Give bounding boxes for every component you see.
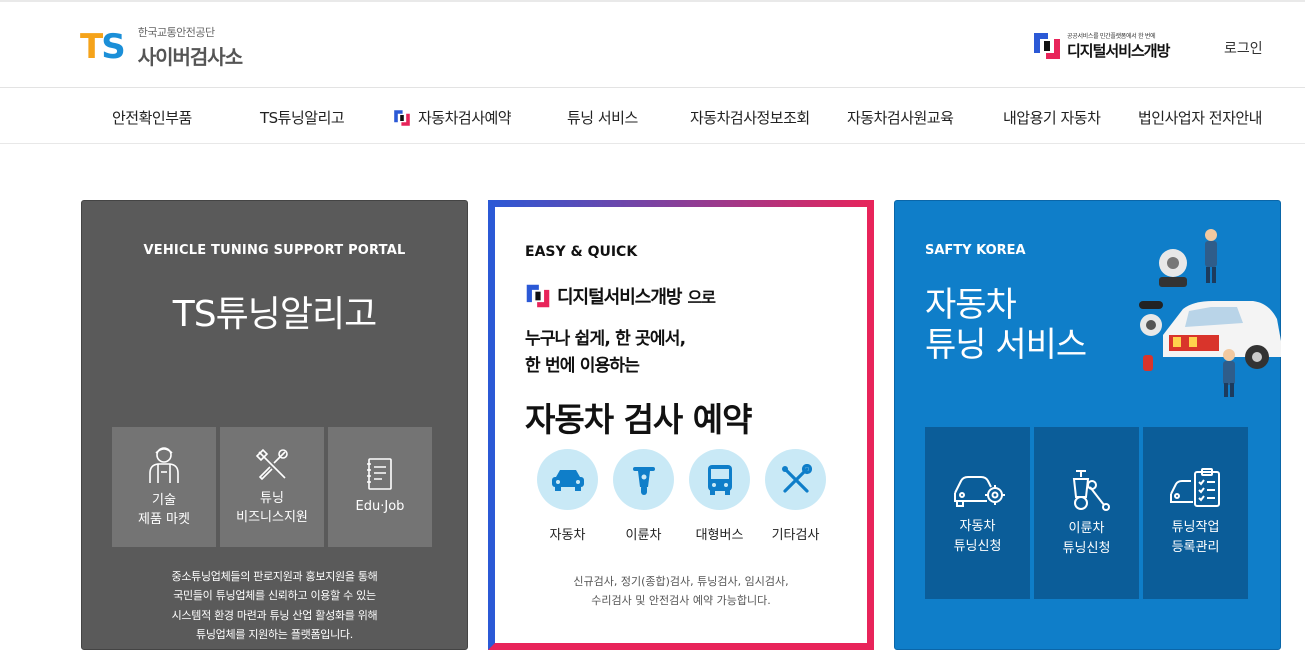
card-title: 자동차 검사 예약 [525, 400, 752, 439]
tuning-service-card[interactable]: SAFTY KOREA 자동차 튜닝 서비스 자동차 튜닝신청 이륜차 튜닝신청… [894, 200, 1281, 650]
nav-item-corporate-notice[interactable]: 법인사업자 전자안내 [1138, 107, 1262, 128]
card-description: 중소튜닝업체들의 판로지원과 홍보지원을 통해 국민들이 튜닝업체를 신뢰하고 … [82, 567, 467, 644]
card-tagline: 누구나 쉽게, 한 곳에서, [525, 329, 686, 349]
digital-service-mark-icon [525, 283, 551, 309]
car-tuning-apply-button[interactable]: 자동차 튜닝신청 [925, 427, 1030, 599]
motorcycle-icon [632, 466, 655, 495]
nav-item-tuning-service[interactable]: 튜닝 서비스 [567, 107, 638, 128]
site-logo[interactable]: TS 한국교통안전공단 사이버검사소 [80, 24, 243, 70]
booking-bus-button[interactable]: 대형버스 [689, 449, 750, 543]
login-link[interactable]: 로그인 [1224, 38, 1263, 58]
icon-label: 대형버스 [695, 528, 744, 543]
digital-service-logo[interactable]: 공공서비스를 민간플랫폼에서 한 번에 디지털서비스개방 [1032, 31, 1170, 61]
booking-other-button[interactable]: 기타검사 [765, 449, 826, 543]
digital-service-tagline: 공공서비스를 민간플랫폼에서 한 번에 [1067, 33, 1156, 40]
tools-icon [781, 463, 812, 493]
notebook-icon [367, 458, 392, 491]
desc-line: 신규검사, 정기(종합)검사, 튜닝검사, 임시검사, [573, 575, 789, 588]
card-eyebrow: EASY & QUICK [525, 244, 638, 260]
nav-item-inspection-info[interactable]: 자동차검사정보조회 [690, 107, 810, 128]
logo-title: 사이버검사소 [137, 45, 243, 69]
booking-car-button[interactable]: 자동차 [537, 449, 598, 543]
desc-line: 중소튜닝업체들의 판로지원과 홍보지원을 통해 [171, 570, 378, 583]
tile-label: 튜닝작업 [1171, 519, 1220, 535]
card-title: TS튜닝알리고 [172, 294, 377, 335]
desc-line: 튜닝업체를 지원하는 플랫폼입니다. [196, 627, 353, 641]
inspection-booking-card[interactable]: EASY & QUICK 디지털서비스개방 으로 누구나 쉽게, 한 곳에서, … [488, 200, 874, 650]
site-header: TS 한국교통안전공단 사이버검사소 공공서비스를 민간플랫폼에서 한 번에 디… [0, 2, 1305, 88]
desc-line: 시스템적 환경 마련과 튜닝 산업 활성화를 위해 [171, 608, 378, 622]
tile-label: 기술 [152, 492, 176, 508]
car-icon [551, 469, 584, 491]
motorcycle-tuning-apply-button[interactable]: 이륜차 튜닝신청 [1034, 427, 1139, 599]
card-eyebrow: SAFTY KOREA [925, 243, 1026, 258]
bus-icon [707, 464, 732, 495]
tile-label: 제품 마켓 [138, 512, 190, 527]
desc-line: 수리검사 및 안전검사 예약 가능합니다. [591, 593, 771, 607]
edu-job-button[interactable]: Edu·Job [328, 427, 432, 547]
tuning-work-registration-button[interactable]: 튜닝작업 등록관리 [1143, 427, 1248, 599]
car-gear-icon [953, 475, 1005, 507]
nav-item-label: 자동차검사예약 [418, 109, 512, 127]
tile-label: Edu·Job [355, 499, 405, 515]
card-top-gradient-bar [488, 200, 874, 207]
tile-label: 비즈니스지원 [236, 510, 308, 525]
tuning-business-support-button[interactable]: 튜닝 비즈니스지원 [220, 427, 324, 547]
digital-service-mark-icon [1032, 31, 1062, 61]
icon-label: 자동차 [549, 528, 586, 543]
nav-item-inspector-education[interactable]: 자동차검사원교육 [847, 107, 954, 128]
booking-motorcycle-button[interactable]: 이륜차 [613, 449, 674, 543]
tile-label: 튜닝 [260, 490, 284, 506]
card-tagline: 한 번에 이용하는 [525, 356, 640, 376]
scooter-wrench-icon [1072, 469, 1110, 511]
logo-subtitle: 한국교통안전공단 [137, 26, 215, 39]
tech-market-button[interactable]: 기술 제품 마켓 [112, 427, 216, 547]
tile-label: 튜닝신청 [1062, 541, 1111, 556]
tile-label: 자동차 [959, 518, 996, 534]
card-eyebrow: VEHICLE TUNING SUPPORT PORTAL [143, 243, 406, 258]
car-checklist-icon [1169, 467, 1220, 507]
title-line: 튜닝 서비스 [925, 325, 1087, 366]
card-title: 자동차 튜닝 서비스 [925, 285, 1087, 366]
tuning-portal-card[interactable]: VEHICLE TUNING SUPPORT PORTAL TS튜닝알리고 기술… [81, 200, 468, 650]
tile-label: 이륜차 [1068, 520, 1105, 536]
nav-item-safety-parts[interactable]: 안전확인부품 [112, 107, 192, 128]
nav-item-pressure-vessel[interactable]: 내압용기 자동차 [1003, 107, 1101, 128]
nav-item-ts-tuning[interactable]: TS튜닝알리고 [260, 107, 345, 128]
brand-name: 디지털서비스개방 [557, 287, 682, 308]
icon-label: 기타검사 [771, 528, 820, 543]
tile-label: 튜닝신청 [953, 539, 1002, 554]
digital-service-brand: 디지털서비스개방 으로 [525, 283, 716, 309]
tile-label: 등록관리 [1171, 540, 1220, 555]
digital-service-mark-icon [393, 109, 411, 127]
car-repair-illustration [1139, 229, 1281, 397]
main-nav: 안전확인부품 TS튜닝알리고 자동차검사예약 튜닝 서비스 자동차검사정보조회 … [0, 89, 1305, 144]
brand-suffix: 으로 [687, 288, 715, 307]
nav-item-inspection-booking[interactable]: 자동차검사예약 [393, 107, 512, 128]
title-line: 자동차 [925, 285, 1017, 325]
ts-logo-mark: TS [80, 27, 126, 67]
digital-service-name: 디지털서비스개방 [1067, 42, 1170, 60]
icon-label: 이륜차 [625, 528, 662, 543]
tools-icon [255, 448, 288, 480]
mechanic-icon [149, 446, 179, 483]
card-description: 신규검사, 정기(종합)검사, 튜닝검사, 임시검사, 수리검사 및 안전검사 … [495, 573, 867, 610]
desc-line: 국민들이 튜닝업체를 신뢰하고 이용할 수 있는 [173, 589, 376, 603]
